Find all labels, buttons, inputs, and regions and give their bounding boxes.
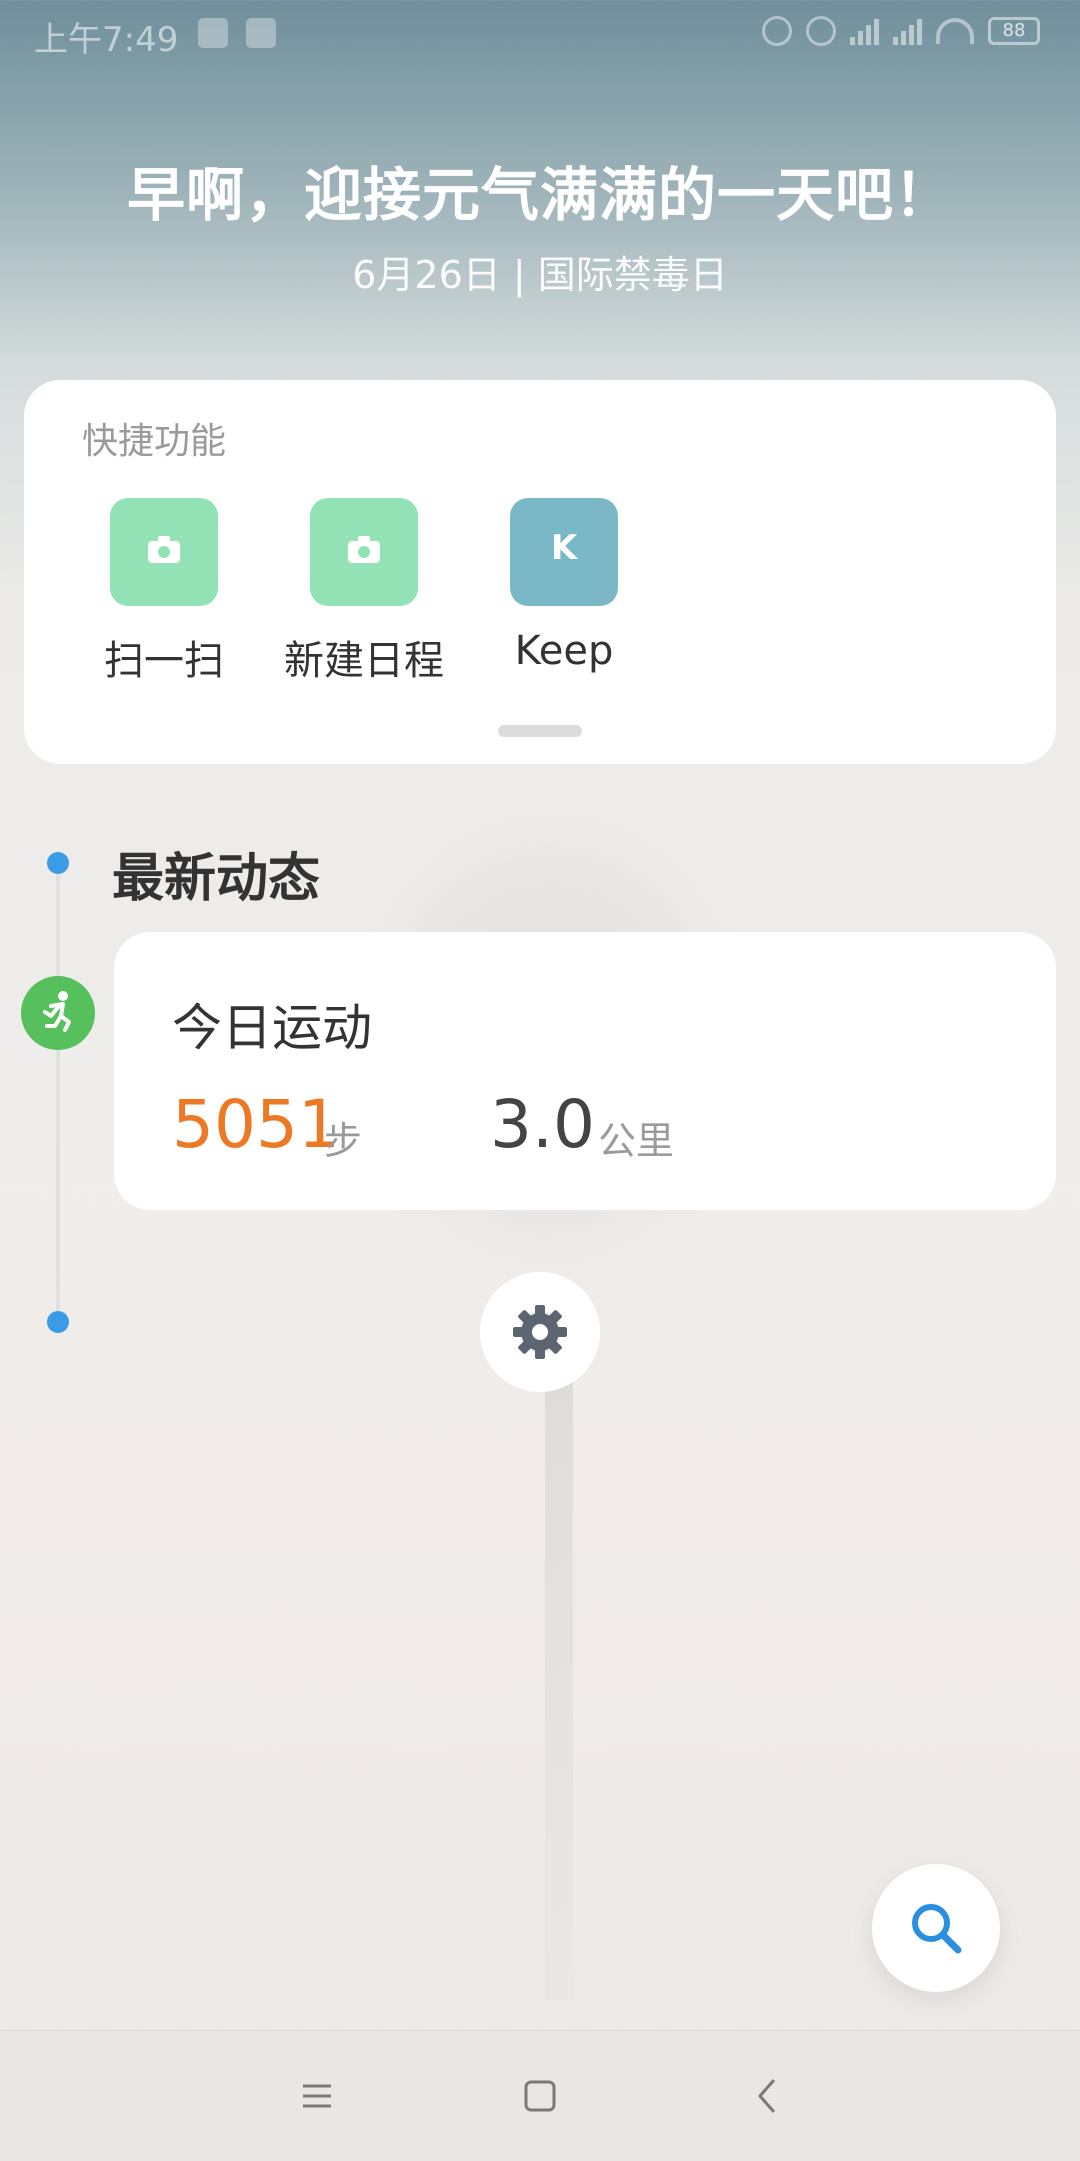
menu-icon [303, 2084, 331, 2108]
quick-item-new-schedule[interactable]: 新建日程 [274, 498, 454, 686]
feed-section-title: 最新动态 [112, 849, 321, 909]
nav-menu-button[interactable] [282, 2061, 352, 2131]
wifi-icon [936, 18, 974, 44]
search-button[interactable] [872, 1864, 1000, 1992]
timeline-dot-top [47, 852, 69, 874]
quick-item-label: 扫一扫 [104, 638, 224, 684]
card-drag-handle[interactable] [498, 725, 582, 737]
camera-icon [110, 498, 218, 606]
home-square-icon [524, 2080, 556, 2112]
timeline-dot-bottom [47, 1311, 69, 1333]
quick-item-label: 新建日程 [284, 638, 444, 684]
quick-item-label: Keep [514, 628, 614, 674]
battery-icon: 88 [988, 17, 1040, 45]
running-icon [21, 976, 95, 1050]
hotspot-icon [762, 16, 792, 46]
notification-app-icon [198, 18, 228, 48]
today-exercise-card[interactable]: 今日运动 5051 步 3.0 公里 [114, 932, 1056, 1210]
keep-icon: K [510, 498, 618, 606]
quick-item-scan[interactable]: 扫一扫 [74, 498, 254, 686]
message-notification-icon [246, 18, 276, 48]
quick-functions-title: 快捷功能 [82, 421, 227, 462]
keep-logo-glyph: K [550, 528, 578, 568]
settings-button[interactable] [480, 1272, 600, 1392]
status-bar: 上午7:49 88 [0, 0, 1080, 66]
greeting-date: 6月26日 | 国际禁毒日 [352, 253, 728, 297]
nav-home-button[interactable] [505, 2061, 575, 2131]
steps-unit: 步 [324, 1119, 363, 1163]
gear-icon [513, 1305, 567, 1359]
signal-icon [850, 17, 879, 45]
camera-icon [310, 498, 418, 606]
background-dandelion-stem [545, 1300, 573, 2000]
timeline-line [56, 865, 60, 1325]
exercise-card-title: 今日运动 [172, 999, 372, 1057]
status-icons: 88 [762, 16, 1040, 46]
distance-value: 3.0 [490, 1086, 595, 1163]
greeting-title: 早啊，迎接元气满满的一天吧！ [126, 161, 953, 229]
quick-item-keep[interactable]: K Keep [474, 498, 654, 674]
steps-value: 5051 [172, 1086, 340, 1163]
distance-unit: 公里 [598, 1119, 675, 1163]
signal-hd-icon [893, 17, 922, 45]
status-time: 上午7:49 [34, 20, 179, 60]
back-chevron-icon [758, 2079, 776, 2113]
search-icon [912, 1904, 962, 1954]
quick-functions-card: 快捷功能 扫一扫 新建日程 K Keep [24, 380, 1056, 764]
system-nav-bar [0, 2030, 1080, 2161]
nav-back-button[interactable] [733, 2061, 803, 2131]
alarm-icon [806, 16, 836, 46]
